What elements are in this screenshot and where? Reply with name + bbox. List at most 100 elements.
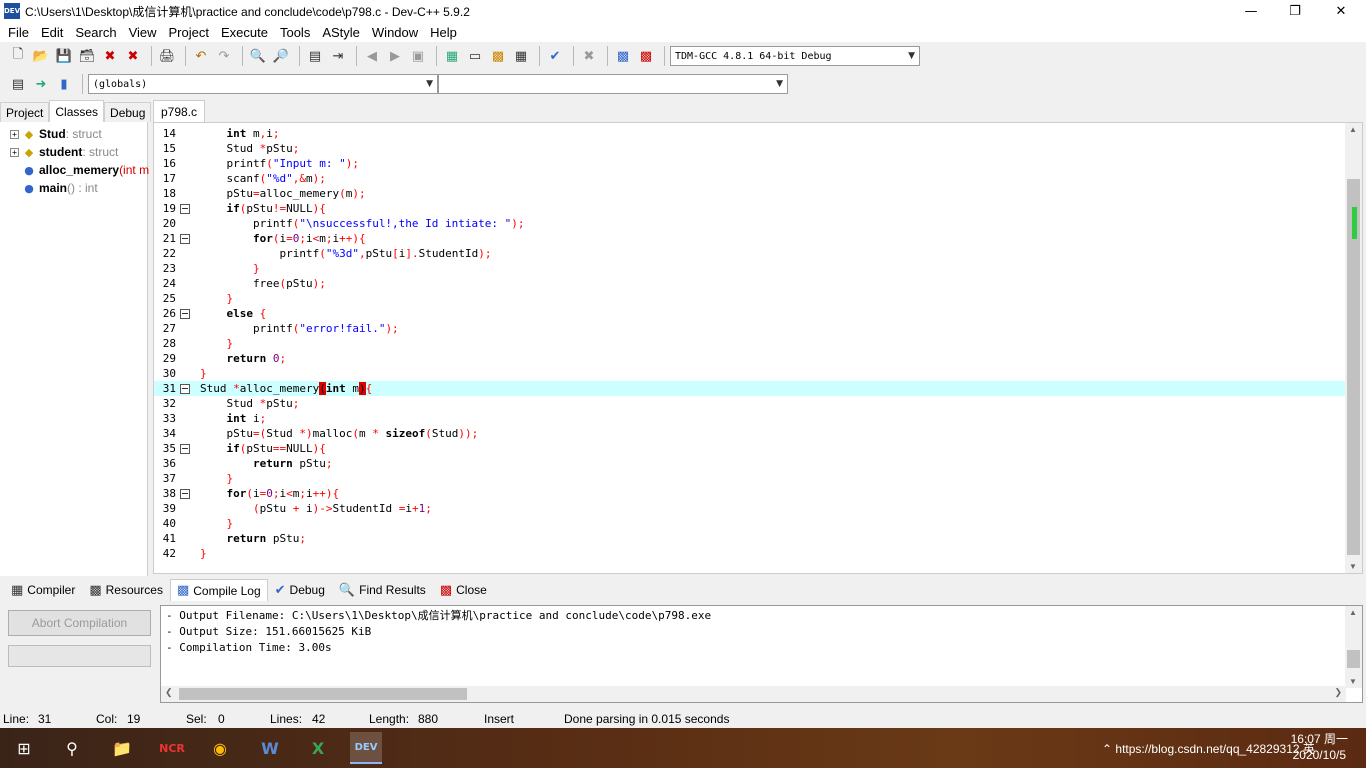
undo-icon[interactable]: ↶ <box>191 46 211 66</box>
close-all-icon[interactable]: ✖ <box>123 46 143 66</box>
tab-debug-output[interactable]: ✔ Debug <box>268 579 332 601</box>
code-line[interactable]: 27 printf("error!fail."); <box>154 321 1346 336</box>
project-add-icon[interactable]: ◀ <box>362 46 382 66</box>
tab-compile-log[interactable]: ▩ Compile Log <box>169 579 268 601</box>
start-windows-icon[interactable]: ⊞ <box>8 732 40 764</box>
chevron-up-icon[interactable]: ⌃ <box>1102 742 1112 756</box>
compiler-select[interactable]: TDM-GCC 4.8.1 64-bit Debug ▼ <box>670 46 920 66</box>
code-line[interactable]: 31 Stud *alloc_memery(int m){ <box>154 381 1346 396</box>
print-icon[interactable]: 🖨 <box>157 46 177 66</box>
syntax-check-icon[interactable]: ✔ <box>545 46 565 66</box>
code-line[interactable]: 28 } <box>154 336 1346 351</box>
expand-icon[interactable]: + <box>10 147 19 157</box>
compile-log-output[interactable]: - Output Filename: C:\Users\1\Desktop\成信… <box>160 605 1363 703</box>
fold-toggle-icon[interactable] <box>180 489 190 499</box>
restore-button[interactable]: ❐ <box>1272 0 1318 22</box>
scroll-left-icon[interactable]: ❮ <box>165 687 173 698</box>
scroll-down-icon[interactable]: ▼ <box>1349 562 1357 571</box>
fold-toggle-icon[interactable] <box>180 204 190 214</box>
replace-icon[interactable]: 🔎 <box>271 46 291 66</box>
tree-item-alloc-memery[interactable]: ● alloc_memery (int m <box>22 161 149 179</box>
find-icon[interactable]: 🔍 <box>248 46 268 66</box>
scope-select[interactable]: (globals) ▼ <box>88 74 438 94</box>
chrome-icon[interactable]: ◉ <box>204 732 236 764</box>
tab-compiler[interactable]: ▦ Compiler <box>4 579 82 601</box>
code-line[interactable]: 19 if(pStu!=NULL){ <box>154 201 1346 216</box>
code-line[interactable]: 33 int i; <box>154 411 1346 426</box>
search-icon[interactable]: ⚲ <box>56 732 88 764</box>
ncr-app-icon[interactable]: NCR <box>156 732 188 764</box>
code-line[interactable]: 20 printf("\nsuccessful!,the Id intiate:… <box>154 216 1346 231</box>
menu-window[interactable]: Window <box>366 25 424 40</box>
system-tray[interactable]: ⌃ https://blog.csdn.net/qq_42829312 英 <box>1102 740 1315 757</box>
tab-classes[interactable]: Classes <box>49 100 105 122</box>
menu-tools[interactable]: Tools <box>274 25 316 40</box>
menu-search[interactable]: Search <box>69 25 122 40</box>
log-vertical-scrollbar[interactable]: ▲ ▼ <box>1345 606 1362 688</box>
code-line[interactable]: 30} <box>154 366 1346 381</box>
scroll-right-icon[interactable]: ❯ <box>1334 687 1342 698</box>
editor-vertical-scrollbar[interactable]: ▲ ▼ <box>1345 123 1362 573</box>
rebuild-icon[interactable]: ▦ <box>511 46 531 66</box>
abort-compilation-button[interactable]: Abort Compilation <box>8 610 151 636</box>
code-line[interactable]: 42} <box>154 546 1346 561</box>
file-explorer-icon[interactable]: 📁 <box>106 732 138 764</box>
word-icon[interactable]: W <box>254 732 286 764</box>
menu-help[interactable]: Help <box>424 25 463 40</box>
close-file-icon[interactable]: ✖ <box>100 46 120 66</box>
code-line[interactable]: 32 Stud *pStu; <box>154 396 1346 411</box>
scroll-down-icon[interactable]: ▼ <box>1349 677 1357 686</box>
indent-icon[interactable]: ▤ <box>305 46 325 66</box>
tree-item-student[interactable]: + ◆ student : struct <box>10 143 118 161</box>
editor-tab-p798[interactable]: p798.c <box>153 100 205 122</box>
redo-icon[interactable]: ↷ <box>214 46 234 66</box>
expand-icon[interactable]: + <box>10 129 19 139</box>
profile-chart-icon[interactable]: ▩ <box>613 46 633 66</box>
code-editor[interactable]: 14 int m,i; 15 Stud *pStu; 16 printf("Inpu… <box>153 122 1363 574</box>
scrollbar-thumb[interactable] <box>179 688 467 700</box>
code-line[interactable]: 17 scanf("%d",&m); <box>154 171 1346 186</box>
fold-toggle-icon[interactable] <box>180 444 190 454</box>
fold-toggle-icon[interactable] <box>180 309 190 319</box>
tab-project[interactable]: Project <box>0 102 50 122</box>
scrollbar-thumb[interactable] <box>1347 650 1360 668</box>
code-line[interactable]: 25 } <box>154 291 1346 306</box>
code-line[interactable]: 35 if(pStu==NULL){ <box>154 441 1346 456</box>
tree-item-main[interactable]: ● main () : int <box>22 179 98 197</box>
minimize-button[interactable]: — <box>1228 0 1274 22</box>
code-line[interactable]: 22 printf("%3d",pStu[i].StudentId); <box>154 246 1346 261</box>
tab-debug[interactable]: Debug <box>104 102 152 122</box>
fold-toggle-icon[interactable] <box>180 384 190 394</box>
code-line[interactable]: 41 return pStu; <box>154 531 1346 546</box>
log-horizontal-scrollbar[interactable]: ❮ ❯ <box>161 686 1346 702</box>
tab-close[interactable]: ▩ Close <box>433 579 494 601</box>
code-line[interactable]: 37 } <box>154 471 1346 486</box>
goto-line-icon[interactable]: ⇥ <box>328 46 348 66</box>
save-all-icon[interactable]: 🗃 <box>77 46 97 66</box>
menu-edit[interactable]: Edit <box>35 25 69 40</box>
code-line[interactable]: 21 for(i=0;i<m;i++){ <box>154 231 1346 246</box>
code-line[interactable]: 23 } <box>154 261 1346 276</box>
tab-resources[interactable]: ▩ Resources <box>82 579 170 601</box>
menu-file[interactable]: File <box>2 25 35 40</box>
compile-icon[interactable]: ▦ <box>442 46 462 66</box>
tree-item-stud[interactable]: + ◆ Stud : struct <box>10 125 102 143</box>
scroll-up-icon[interactable]: ▲ <box>1349 608 1357 617</box>
code-line[interactable]: 26 else { <box>154 306 1346 321</box>
code-line[interactable]: 18 pStu=alloc_memery(m); <box>154 186 1346 201</box>
code-line[interactable]: 36 return pStu; <box>154 456 1346 471</box>
taskbar-clock[interactable]: 16:07 周一 2020/10/5 <box>1291 731 1348 763</box>
code-line[interactable]: 34 pStu=(Stud *)malloc(m * sizeof(Stud))… <box>154 426 1346 441</box>
menu-view[interactable]: View <box>123 25 163 40</box>
code-line[interactable]: 16 printf("Input m: "); <box>154 156 1346 171</box>
close-window-button[interactable]: ✕ <box>1318 0 1364 22</box>
delete-profile-icon[interactable]: ▩ <box>636 46 656 66</box>
run-icon[interactable]: ▭ <box>465 46 485 66</box>
stop-icon[interactable]: ✖ <box>579 46 599 66</box>
compile-run-icon[interactable]: ▩ <box>488 46 508 66</box>
fold-toggle-icon[interactable] <box>180 234 190 244</box>
scroll-up-icon[interactable]: ▲ <box>1349 125 1357 134</box>
insert-icon[interactable]: ▤ <box>8 74 28 94</box>
save-icon[interactable]: 💾 <box>54 46 74 66</box>
toggle-bookmark-icon[interactable]: ➜ <box>31 74 51 94</box>
